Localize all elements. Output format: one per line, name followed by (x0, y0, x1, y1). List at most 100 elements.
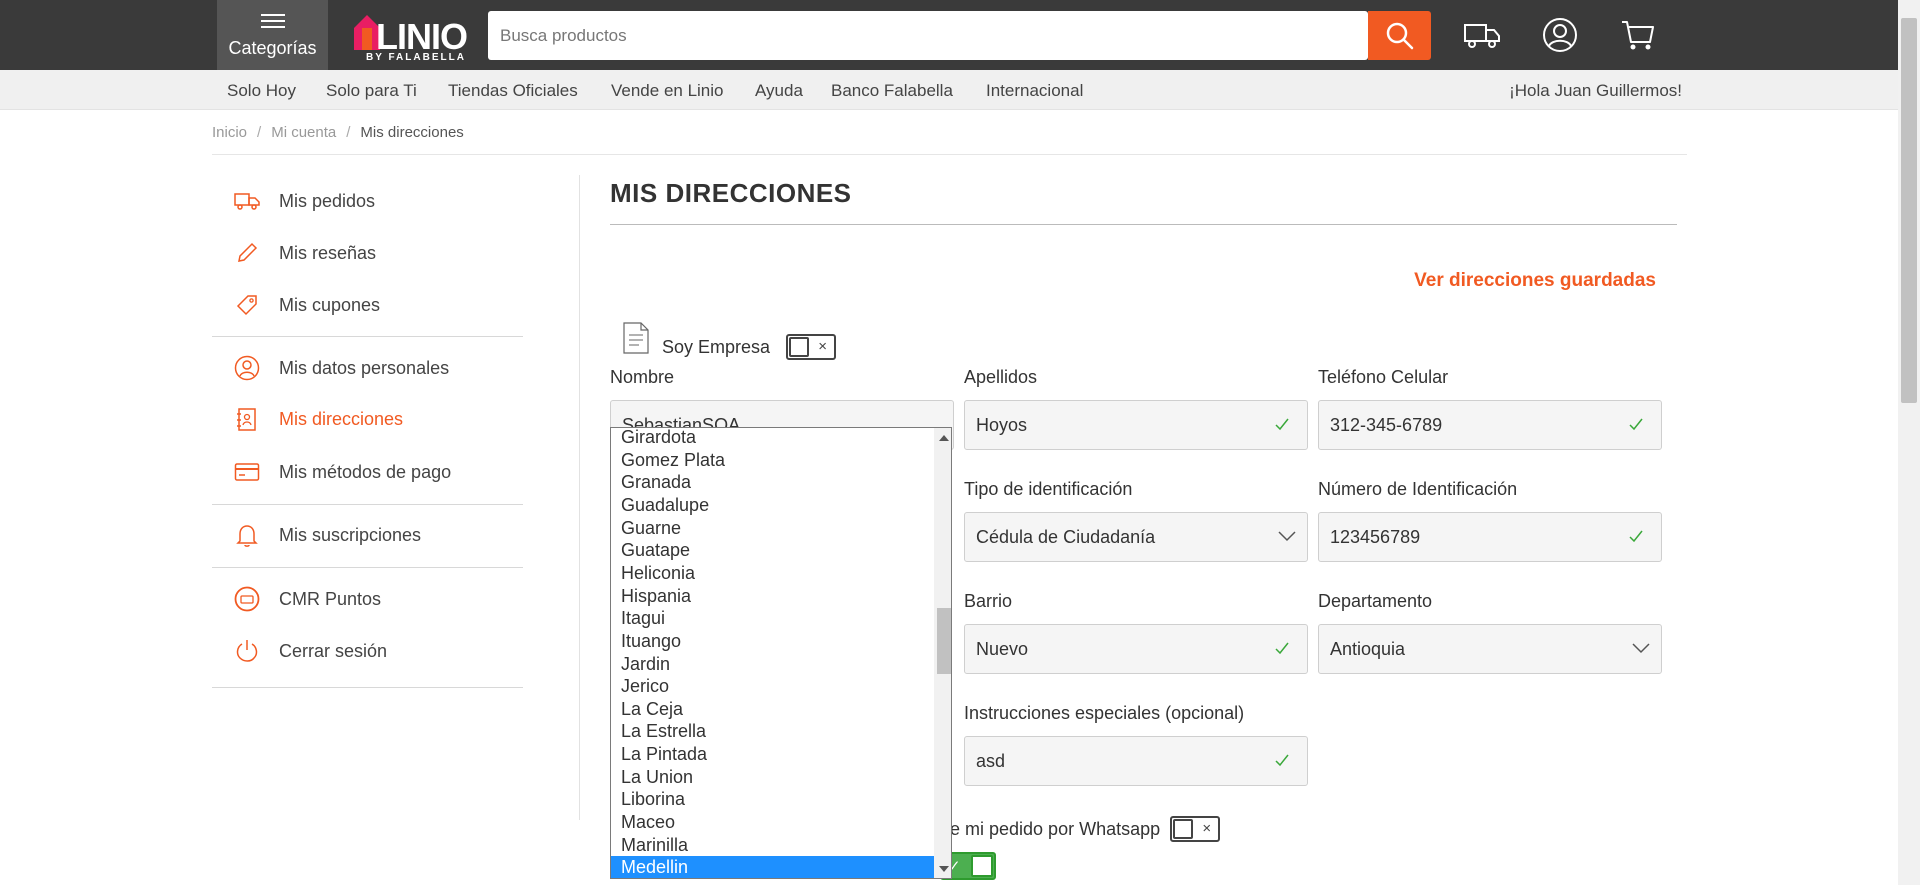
categories-button[interactable]: Categorías (217, 0, 328, 70)
power-icon (233, 637, 261, 665)
city-option[interactable]: Itagui (611, 607, 934, 630)
sidebar-divider (212, 336, 523, 337)
barrio-field[interactable]: Nuevo (964, 624, 1308, 674)
breadcrumb-mi-cuenta[interactable]: Mi cuenta (271, 124, 336, 141)
sidebar-item-label: Mis suscripciones (279, 524, 422, 545)
sidebar-item-label: Cerrar sesión (279, 640, 388, 661)
search-button[interactable] (1368, 11, 1431, 60)
city-option[interactable]: Guadalupe (611, 494, 934, 517)
nombre-label: Nombre (610, 367, 675, 387)
city-option[interactable]: La Estrella (611, 720, 934, 743)
saved-addresses-link[interactable]: Ver direcciones guardadas (1414, 270, 1656, 292)
breadcrumb-inicio[interactable]: Inicio (212, 124, 247, 141)
dropdown-scrollbar[interactable] (934, 428, 951, 878)
city-option[interactable]: Girardota (611, 428, 934, 449)
breadcrumb: Inicio / Mi cuenta / Mis direcciones (212, 124, 464, 141)
city-option[interactable]: Ituango (611, 630, 934, 653)
sidebar-item-mis-direcciones[interactable]: Mis direcciones (233, 404, 403, 434)
city-option[interactable]: La Ceja (611, 698, 934, 721)
city-option[interactable]: Heliconia (611, 562, 934, 585)
search-input[interactable] (488, 11, 1368, 60)
barrio-value: Nuevo (976, 639, 1029, 659)
city-dropdown-list[interactable]: Girardota Gomez Plata Granada Guadalupe Guar… (610, 427, 952, 879)
account-button[interactable] (1539, 14, 1581, 56)
instrucciones-value: asd (976, 751, 1006, 771)
user-greeting[interactable]: ¡Hola Juan Guillermos! (1509, 81, 1682, 101)
sidebar-item-mis-suscripciones[interactable]: Mis suscripciones (233, 520, 421, 550)
city-option[interactable]: Jardin (611, 653, 934, 676)
city-option[interactable]: Gomez Plata (611, 449, 934, 472)
departamento-value: Antioquia (1330, 639, 1406, 659)
nav-link-banco-falabella[interactable]: Banco Falabella (831, 81, 953, 101)
check-icon (1275, 642, 1289, 655)
city-option[interactable]: La Union (611, 766, 934, 789)
close-icon: × (818, 338, 828, 355)
instrucciones-label: Instrucciones especiales (opcional) (964, 703, 1245, 723)
departamento-label: Departamento (1318, 591, 1433, 611)
soy-empresa-row: Soy Empresa × (622, 316, 837, 360)
city-option[interactable]: Hispania (611, 585, 934, 608)
sidebar-item-cmr-puntos[interactable]: CMR Puntos (233, 584, 381, 614)
city-option[interactable]: Jerico (611, 675, 934, 698)
nav-link-tiendas-oficiales[interactable]: Tiendas Oficiales (448, 81, 578, 101)
sidebar-item-mis-metodos-de-pago[interactable]: Mis métodos de pago (233, 457, 451, 487)
city-option[interactable]: La Pintada (611, 743, 934, 766)
check-icon (1629, 530, 1643, 543)
search-box (488, 11, 1368, 60)
delivery-button[interactable] (1461, 14, 1503, 56)
bell-icon (233, 521, 261, 549)
city-option[interactable]: Maceo (611, 811, 934, 834)
telefono-field[interactable]: 312-345-6789 (1318, 400, 1662, 450)
sidebar-item-cerrar-sesion[interactable]: Cerrar sesión (233, 636, 387, 666)
apellidos-label: Apellidos (964, 367, 1038, 387)
apellidos-field[interactable]: Hoyos (964, 400, 1308, 450)
tipo-id-select[interactable]: Cédula de Ciudadanía (964, 512, 1308, 562)
document-icon (623, 322, 649, 354)
tipo-id-label: Tipo de identificación (964, 479, 1133, 499)
departamento-select[interactable]: Antioquia (1318, 624, 1662, 674)
sidebar-divider (212, 567, 523, 568)
telefono-value: 312-345-6789 (1330, 415, 1443, 435)
sidebar-item-label: Mis cupones (279, 294, 381, 315)
city-option[interactable]: Medellin (611, 856, 934, 878)
address-book-icon (233, 405, 261, 433)
close-icon: × (1202, 820, 1212, 837)
scroll-down-arrow-icon[interactable] (939, 866, 949, 872)
sidebar-item-label: Mis pedidos (279, 190, 376, 211)
sidebar-item-mis-cupones[interactable]: Mis cupones (233, 290, 380, 320)
sidebar-item-mis-resenas[interactable]: Mis reseñas (233, 238, 376, 268)
dropdown-scroll-thumb[interactable] (937, 608, 951, 674)
nav-link-internacional[interactable]: Internacional (986, 81, 1083, 101)
sidebar-item-mis-datos-personales[interactable]: Mis datos personales (233, 353, 449, 383)
instrucciones-field[interactable]: asd (964, 736, 1308, 786)
city-option[interactable]: Liborina (611, 788, 934, 811)
scroll-up-arrow-icon[interactable] (939, 435, 949, 441)
categories-label: Categorías (228, 38, 317, 58)
numero-id-value: 123456789 (1330, 527, 1421, 547)
nav-link-solo-para-ti[interactable]: Solo para Ti (326, 81, 417, 101)
soy-empresa-toggle[interactable]: × (786, 334, 837, 360)
page-scrollbar[interactable] (1898, 0, 1920, 885)
linio-logo[interactable]: LINIO BY FALABELLA (350, 12, 470, 63)
nav-link-solo-hoy[interactable]: Solo Hoy (227, 81, 296, 101)
menu-icon (260, 14, 285, 28)
numero-id-label: Número de Identificación (1318, 479, 1518, 499)
check-icon (1275, 418, 1289, 431)
whatsapp-toggle[interactable]: × (1170, 816, 1221, 842)
title-divider (610, 224, 1677, 225)
check-icon (1275, 754, 1289, 767)
page-scroll-thumb[interactable] (1901, 18, 1917, 403)
city-option[interactable]: Guarne (611, 517, 934, 540)
numero-id-field[interactable]: 123456789 (1318, 512, 1662, 562)
sidebar-item-mis-pedidos[interactable]: Mis pedidos (233, 186, 375, 216)
sidebar-divider (212, 504, 523, 505)
breadcrumb-divider (212, 154, 1687, 155)
cart-button[interactable] (1617, 14, 1659, 56)
apellidos-value: Hoyos (976, 415, 1028, 435)
city-option[interactable]: Guatape (611, 539, 934, 562)
nav-link-ayuda[interactable]: Ayuda (755, 81, 803, 101)
sidebar-item-label: Mis reseñas (279, 242, 377, 263)
city-option[interactable]: Marinilla (611, 834, 934, 857)
nav-link-vende-en-linio[interactable]: Vende en Linio (611, 81, 724, 101)
city-option[interactable]: Granada (611, 471, 934, 494)
